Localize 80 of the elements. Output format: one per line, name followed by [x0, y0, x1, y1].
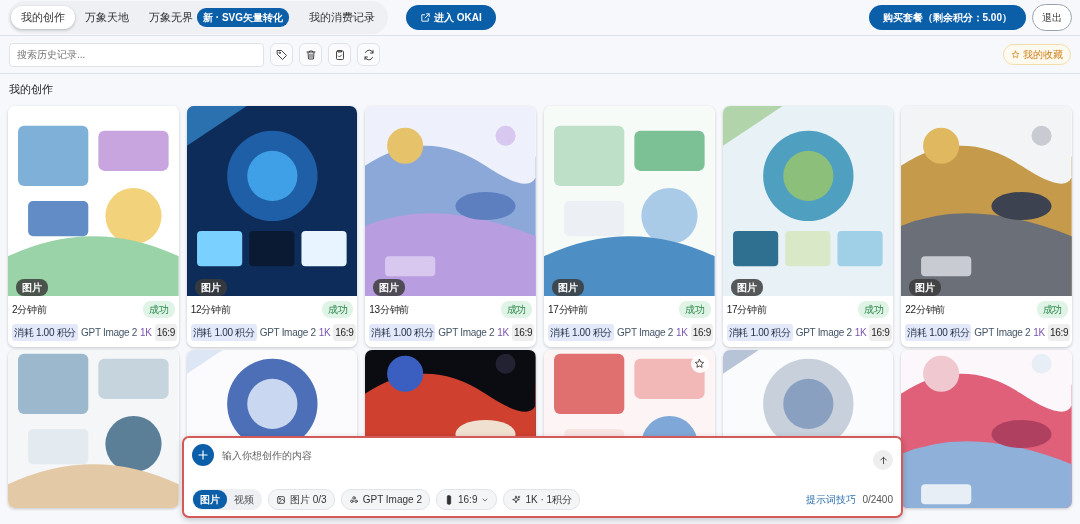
model-text: GPT Image 2	[795, 325, 852, 340]
ratio-tag: 16:9	[154, 323, 177, 341]
ratio-tag: 16:9	[869, 323, 892, 341]
model-text: GPT Image 2	[259, 325, 316, 340]
time-text: 2分钟前	[12, 302, 47, 317]
model-text: GPT Image 2	[81, 325, 138, 340]
image-card[interactable]: 图片 17分钟前 成功 消耗 1.00 积分 GPT Image 2 1K 16:9	[544, 105, 715, 347]
resolution-text: 1K	[1033, 325, 1045, 340]
okai-button[interactable]: 进入 OKAI	[406, 5, 496, 30]
model-text: GPT Image 2	[617, 325, 674, 340]
trash-icon	[304, 48, 317, 61]
phone-icon	[444, 494, 454, 505]
status-badge: 成功	[143, 300, 175, 318]
mode-tab[interactable]: 视频	[227, 490, 261, 509]
cost-tag: 消耗 1.00 积分	[190, 323, 257, 341]
status-badge: 成功	[500, 300, 532, 318]
delete-button[interactable]	[299, 43, 322, 66]
nav-tab[interactable]: 万象无界 新 · SVG矢量转化	[139, 4, 299, 31]
option-button[interactable]: 1K · 1积分	[503, 489, 581, 510]
new-badge: 新 · SVG矢量转化	[197, 8, 289, 27]
image-card[interactable]: 图片 2分钟前 成功 消耗 1.00 积分 GPT Image 2 1K 16:9	[8, 105, 179, 347]
tag-button[interactable]	[270, 43, 293, 66]
resolution-text: 1K	[854, 325, 867, 340]
tab-label[interactable]: 万象无界	[149, 9, 193, 26]
status-badge: 成功	[321, 300, 354, 318]
model-text: GPT Image 2	[438, 325, 495, 340]
ratio-dropdown[interactable]: 16:9	[436, 489, 498, 510]
status-badge: 成功	[679, 300, 711, 318]
logout-button[interactable]: 退出	[1032, 4, 1072, 31]
resolution-text: 1K	[140, 325, 152, 340]
status-badge: 成功	[857, 300, 890, 318]
ratio-tag: 16:9	[333, 323, 356, 341]
time-text: 13分钟前	[369, 302, 409, 317]
external-link-icon	[420, 12, 431, 23]
image-card[interactable]: 图片 13分钟前 成功 消耗 1.00 积分 GPT Image 2 1K 16:9	[365, 105, 536, 347]
cluster-icon	[348, 494, 359, 505]
tag-icon	[275, 48, 288, 61]
nav-tab[interactable]: 我的创作	[11, 5, 75, 30]
send-button[interactable]	[873, 450, 893, 470]
star-icon	[1011, 50, 1020, 59]
sparkle-icon	[511, 494, 522, 505]
image-icon	[276, 494, 286, 505]
time-text: 17分钟前	[726, 302, 767, 317]
option-button[interactable]: 图片 0/3	[268, 489, 335, 510]
star-icon	[694, 358, 706, 370]
tips-link[interactable]: 提示词技巧	[806, 492, 857, 507]
time-text: 22分钟前	[905, 302, 945, 317]
refresh-icon	[362, 48, 375, 61]
status-badge: 成功	[1036, 300, 1068, 318]
option-button[interactable]: GPT Image 2	[340, 489, 430, 510]
nav-tab[interactable]: 我的消费记录	[299, 5, 385, 30]
time-text: 17分钟前	[548, 302, 588, 317]
add-button[interactable]	[192, 444, 214, 466]
plus-icon	[196, 448, 210, 462]
character-counter: 0/2400	[862, 493, 893, 507]
buy-plan-button[interactable]: 购买套餐（剩余积分：5.00）	[868, 5, 1026, 30]
cost-tag: 消耗 1.00 积分	[369, 323, 436, 341]
resolution-text: 1K	[497, 325, 509, 340]
ratio-tag: 16:9	[690, 323, 713, 341]
time-text: 12分钟前	[190, 302, 231, 317]
cost-tag: 消耗 1.00 积分	[12, 323, 79, 341]
cost-tag: 消耗 1.00 积分	[548, 323, 615, 341]
cost-tag: 消耗 1.00 积分	[726, 323, 793, 341]
resolution-text: 1K	[318, 325, 331, 340]
clipboard-button[interactable]	[328, 43, 351, 66]
clipboard-check-icon	[333, 48, 346, 61]
cost-tag: 消耗 1.00 积分	[905, 323, 972, 341]
arrow-up-icon	[877, 454, 889, 466]
search-field[interactable]: 搜索历史记录...	[9, 42, 264, 67]
image-card[interactable]: 图片 12分钟前 成功 消耗 1.00 积分 GPT Image 2 1K 16:9	[186, 105, 358, 347]
image-card[interactable]: 图片 17分钟前 成功 消耗 1.00 积分 GPT Image 2 1K 16:9	[722, 105, 894, 347]
section-title: 我的创作	[9, 83, 53, 95]
ratio-tag: 16:9	[1048, 323, 1071, 341]
image-card[interactable]: 图片 22分钟前 成功 消耗 1.00 积分 GPT Image 2 1K 16:9	[901, 105, 1072, 347]
model-text: GPT Image 2	[974, 325, 1031, 340]
ratio-tag: 16:9	[512, 323, 535, 341]
resolution-text: 1K	[676, 325, 688, 340]
mode-tab[interactable]: 图片	[193, 490, 227, 509]
refresh-button[interactable]	[357, 43, 380, 66]
nav-tab[interactable]: 万象天地	[75, 5, 139, 30]
